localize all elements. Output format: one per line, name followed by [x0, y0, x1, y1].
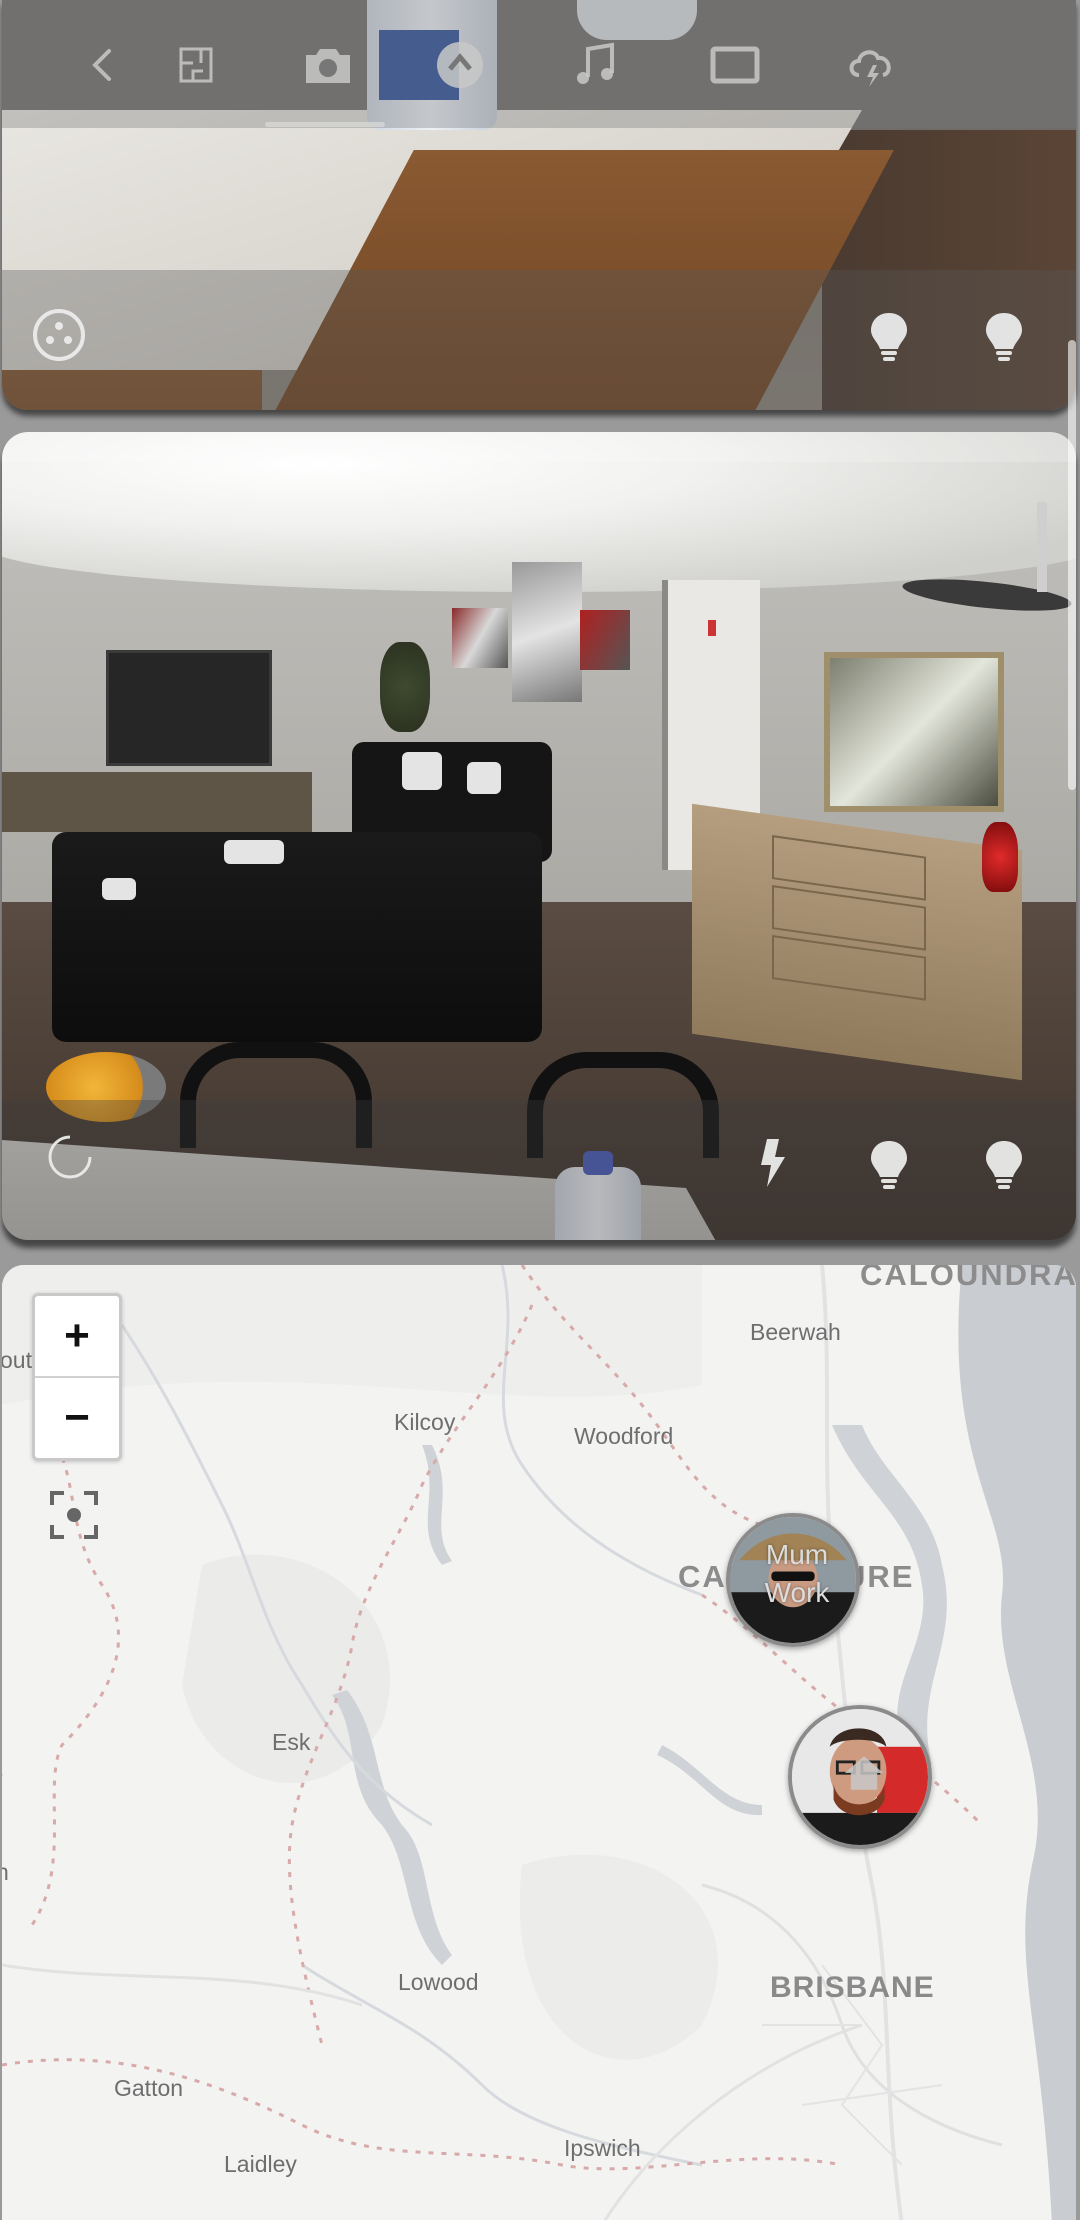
camera-feed-glare	[2, 432, 1076, 462]
music-button[interactable]	[551, 20, 641, 110]
bulb-icon	[986, 1141, 1022, 1189]
map-label-caloundra: CALOUNDRA	[860, 1265, 1076, 1292]
map-label-ipswich: Ipswich	[564, 2135, 641, 2161]
person-marker-home[interactable]	[788, 1705, 932, 1849]
camera-feed-tv	[106, 650, 272, 766]
zoom-in-button[interactable]: +	[35, 1296, 119, 1376]
ptz-icon	[33, 309, 85, 361]
recenter-button[interactable]	[48, 1489, 100, 1541]
camera-feed-dresser	[692, 803, 1022, 1081]
camera-feed-artwork	[452, 608, 508, 668]
scrollbar-thumb[interactable]	[1068, 340, 1076, 790]
living-room-camera-card[interactable]	[2, 432, 1076, 1240]
loading-icon	[48, 1135, 92, 1179]
camera-feed-fan-rod	[1037, 502, 1047, 592]
flash-toggle-button[interactable]	[738, 1128, 808, 1198]
home-icon	[844, 1756, 884, 1790]
bulb-icon	[871, 1141, 907, 1189]
location-map[interactable]: CALOUNDRA Beerwah Kilcoy Woodford CABOOL…	[2, 1265, 1076, 2220]
camera-feed-tv-unit	[2, 772, 312, 832]
camera-feed-cushion	[402, 752, 442, 790]
camera-feed-artwork	[580, 610, 630, 670]
light-toggle-button-1[interactable]	[854, 300, 924, 370]
marker-label-line1: Mum	[765, 1539, 829, 1570]
lightning-icon	[761, 1139, 785, 1187]
map-label-beerwah: Beerwah	[750, 1319, 841, 1345]
camera-feed-vase	[982, 822, 1018, 892]
screen-icon	[710, 46, 760, 84]
cloud-lightning-icon	[849, 50, 891, 87]
floorplan-icon	[179, 47, 213, 83]
screen: CALOUNDRA Beerwah Kilcoy Woodford CABOOL…	[0, 0, 1080, 2220]
active-tab-indicator	[265, 122, 385, 127]
map-label-brisbane: BRISBANE	[770, 1971, 935, 2004]
map-label-edge: out	[2, 1347, 32, 1373]
map-label-laidley: Laidley	[224, 2151, 297, 2177]
light-toggle-button-4[interactable]	[969, 1128, 1039, 1198]
zoom-out-button[interactable]: −	[35, 1378, 119, 1458]
floorplan-button[interactable]	[152, 20, 242, 110]
bulb-icon	[871, 313, 907, 361]
light-toggle-button-3[interactable]	[854, 1128, 924, 1198]
top-toolbar	[0, 20, 1080, 110]
chevron-left-icon	[92, 49, 111, 81]
weather-button[interactable]	[826, 20, 916, 110]
map-label-woodford: Woodford	[574, 1423, 674, 1449]
camera-icon	[306, 49, 350, 83]
recenter-icon	[50, 1491, 98, 1539]
screen-button[interactable]	[690, 20, 780, 110]
map-label-esk: Esk	[272, 1729, 311, 1755]
camera-feed-cushion	[224, 840, 284, 864]
alarm-icon	[437, 42, 483, 88]
back-button[interactable]	[58, 20, 148, 110]
map-label-gatton: Gatton	[114, 2075, 184, 2101]
music-icon	[577, 42, 614, 84]
camera-feed-sofa	[52, 832, 542, 1042]
camera-feed-artwork	[512, 562, 582, 702]
camera-feed-cushion	[102, 878, 136, 900]
marker-label-line2: Work	[764, 1577, 830, 1608]
camera-feed-mirror	[824, 652, 1004, 812]
alarm-button[interactable]	[415, 20, 505, 110]
camera-feed-cushion	[467, 762, 501, 794]
ptz-control-button[interactable]	[24, 300, 94, 370]
loading-spinner	[40, 1127, 100, 1187]
map-label-edge: n	[2, 1859, 9, 1885]
zoom-control: + −	[32, 1293, 122, 1461]
map-label-kilcoy: Kilcoy	[394, 1409, 456, 1435]
bulb-icon	[986, 313, 1022, 361]
map-label-lowood: Lowood	[398, 1969, 479, 1995]
light-toggle-button-2[interactable]	[969, 300, 1039, 370]
camera-button[interactable]	[283, 20, 373, 110]
camera-feed-plant	[380, 642, 430, 732]
